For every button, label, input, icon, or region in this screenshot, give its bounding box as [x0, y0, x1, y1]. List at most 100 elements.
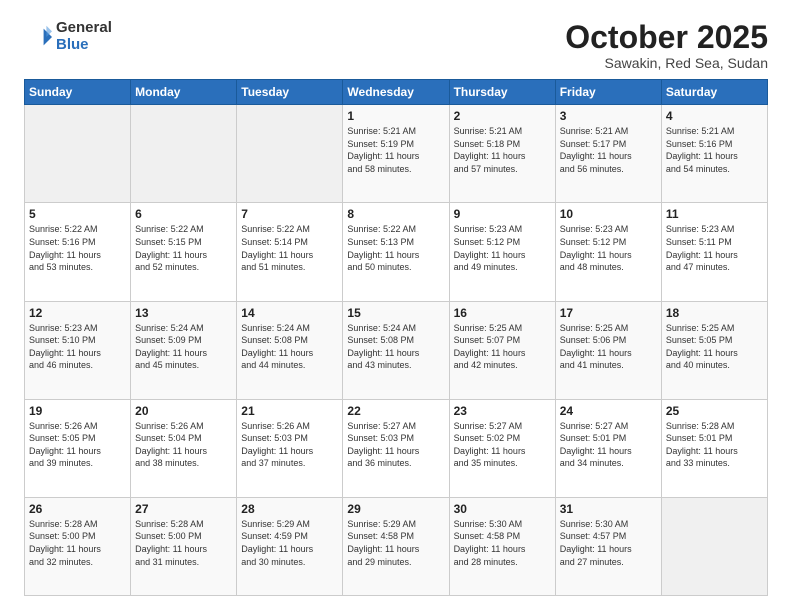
day-info: Sunrise: 5:29 AM Sunset: 4:58 PM Dayligh…	[347, 518, 444, 568]
day-info: Sunrise: 5:28 AM Sunset: 5:00 PM Dayligh…	[135, 518, 232, 568]
day-number: 5	[29, 207, 126, 221]
table-row: 2Sunrise: 5:21 AM Sunset: 5:18 PM Daylig…	[449, 105, 555, 203]
day-number: 20	[135, 404, 232, 418]
table-row: 18Sunrise: 5:25 AM Sunset: 5:05 PM Dayli…	[661, 301, 767, 399]
col-sunday: Sunday	[25, 80, 131, 105]
table-row: 3 Sunrise: 5:21 AM Sunset: 5:17 PM Daylig…	[555, 105, 661, 203]
day-info: Sunrise: 5:21 AM Sunset: 5:17 PM Dayligh…	[560, 125, 657, 175]
day-number: 28	[241, 502, 338, 516]
day-info: Sunrise: 5:26 AM Sunset: 5:03 PM Dayligh…	[241, 420, 338, 470]
table-row: 29 Sunrise: 5:29 AM Sunset: 4:58 PM Dayli…	[343, 497, 449, 595]
calendar-title: October 2025	[565, 20, 768, 55]
day-number: 11	[666, 207, 763, 221]
table-row: 9 Sunrise: 5:23 AM Sunset: 5:12 PM Daylig…	[449, 203, 555, 301]
table-row: 8Sunrise: 5:22 AM Sunset: 5:13 PM Daylig…	[343, 203, 449, 301]
table-row: 14 Sunrise: 5:24 AM Sunset: 5:08 PM Dayli…	[237, 301, 343, 399]
day-number: 2	[454, 109, 551, 123]
table-row: 15 Sunrise: 5:24 AM Sunset: 5:08 PM Dayli…	[343, 301, 449, 399]
day-info: Sunrise: 5:21 AM Sunset: 5:16 PM Dayligh…	[666, 125, 763, 175]
day-info: Sunrise: 5:21 AM Sunset: 5:19 PM Dayligh…	[347, 125, 444, 175]
calendar-body: 1 Sunrise: 5:21 AM Sunset: 5:19 PM Daylig…	[25, 105, 768, 596]
day-number: 19	[29, 404, 126, 418]
table-row: 6 Sunrise: 5:22 AM Sunset: 5:15 PM Daylig…	[131, 203, 237, 301]
day-number: 13	[135, 306, 232, 320]
day-info: Sunrise: 5:23 AM Sunset: 5:12 PM Dayligh…	[454, 223, 551, 273]
day-info: Sunrise: 5:24 AM Sunset: 5:08 PM Dayligh…	[241, 322, 338, 372]
day-info: Sunrise: 5:22 AM Sunset: 5:15 PM Dayligh…	[135, 223, 232, 273]
logo-general-text: General	[56, 20, 112, 37]
table-row: 4 Sunrise: 5:21 AM Sunset: 5:16 PM Daylig…	[661, 105, 767, 203]
day-info: Sunrise: 5:29 AM Sunset: 4:59 PM Dayligh…	[241, 518, 338, 568]
day-number: 22	[347, 404, 444, 418]
day-info: Sunrise: 5:26 AM Sunset: 5:05 PM Dayligh…	[29, 420, 126, 470]
day-info: Sunrise: 5:23 AM Sunset: 5:11 PM Dayligh…	[666, 223, 763, 273]
day-number: 25	[666, 404, 763, 418]
day-number: 23	[454, 404, 551, 418]
day-number: 10	[560, 207, 657, 221]
day-info: Sunrise: 5:28 AM Sunset: 5:01 PM Dayligh…	[666, 420, 763, 470]
col-tuesday: Tuesday	[237, 80, 343, 105]
week-row-1: 1 Sunrise: 5:21 AM Sunset: 5:19 PM Daylig…	[25, 105, 768, 203]
day-number: 6	[135, 207, 232, 221]
day-info: Sunrise: 5:22 AM Sunset: 5:16 PM Dayligh…	[29, 223, 126, 273]
table-row: 1 Sunrise: 5:21 AM Sunset: 5:19 PM Daylig…	[343, 105, 449, 203]
day-number: 14	[241, 306, 338, 320]
day-number: 26	[29, 502, 126, 516]
day-number: 8	[347, 207, 444, 221]
table-row: 26 Sunrise: 5:28 AM Sunset: 5:00 PM Dayli…	[25, 497, 131, 595]
table-row: 24 Sunrise: 5:27 AM Sunset: 5:01 PM Dayli…	[555, 399, 661, 497]
table-row: 5 Sunrise: 5:22 AM Sunset: 5:16 PM Daylig…	[25, 203, 131, 301]
table-row	[131, 105, 237, 203]
table-row: 16 Sunrise: 5:25 AM Sunset: 5:07 PM Dayli…	[449, 301, 555, 399]
logo-text: General Blue	[56, 20, 112, 53]
day-number: 27	[135, 502, 232, 516]
day-number: 3	[560, 109, 657, 123]
table-row: 23Sunrise: 5:27 AM Sunset: 5:02 PM Dayli…	[449, 399, 555, 497]
table-row: 17 Sunrise: 5:25 AM Sunset: 5:06 PM Dayli…	[555, 301, 661, 399]
day-number: 16	[454, 306, 551, 320]
day-info: Sunrise: 5:25 AM Sunset: 5:06 PM Dayligh…	[560, 322, 657, 372]
table-row: 25 Sunrise: 5:28 AM Sunset: 5:01 PM Dayli…	[661, 399, 767, 497]
day-number: 29	[347, 502, 444, 516]
table-row: 30Sunrise: 5:30 AM Sunset: 4:58 PM Dayli…	[449, 497, 555, 595]
day-number: 7	[241, 207, 338, 221]
table-row: 13Sunrise: 5:24 AM Sunset: 5:09 PM Dayli…	[131, 301, 237, 399]
table-row: 28 Sunrise: 5:29 AM Sunset: 4:59 PM Dayli…	[237, 497, 343, 595]
header-row: Sunday Monday Tuesday Wednesday Thursday…	[25, 80, 768, 105]
day-number: 31	[560, 502, 657, 516]
day-info: Sunrise: 5:27 AM Sunset: 5:03 PM Dayligh…	[347, 420, 444, 470]
day-number: 21	[241, 404, 338, 418]
day-number: 17	[560, 306, 657, 320]
day-info: Sunrise: 5:30 AM Sunset: 4:57 PM Dayligh…	[560, 518, 657, 568]
day-number: 15	[347, 306, 444, 320]
table-row: 10 Sunrise: 5:23 AM Sunset: 5:12 PM Dayli…	[555, 203, 661, 301]
day-info: Sunrise: 5:25 AM Sunset: 5:07 PM Dayligh…	[454, 322, 551, 372]
day-number: 1	[347, 109, 444, 123]
day-number: 12	[29, 306, 126, 320]
day-number: 30	[454, 502, 551, 516]
table-row	[237, 105, 343, 203]
week-row-2: 5 Sunrise: 5:22 AM Sunset: 5:16 PM Daylig…	[25, 203, 768, 301]
page: General Blue October 2025 Sawakin, Red S…	[0, 0, 792, 612]
day-info: Sunrise: 5:24 AM Sunset: 5:08 PM Dayligh…	[347, 322, 444, 372]
day-info: Sunrise: 5:23 AM Sunset: 5:12 PM Dayligh…	[560, 223, 657, 273]
day-number: 24	[560, 404, 657, 418]
logo-blue-text: Blue	[56, 37, 112, 54]
table-row	[661, 497, 767, 595]
table-row: 19 Sunrise: 5:26 AM Sunset: 5:05 PM Dayli…	[25, 399, 131, 497]
table-row: 31 Sunrise: 5:30 AM Sunset: 4:57 PM Dayli…	[555, 497, 661, 595]
day-number: 4	[666, 109, 763, 123]
day-number: 9	[454, 207, 551, 221]
day-number: 18	[666, 306, 763, 320]
title-block: October 2025 Sawakin, Red Sea, Sudan	[565, 20, 768, 71]
day-info: Sunrise: 5:26 AM Sunset: 5:04 PM Dayligh…	[135, 420, 232, 470]
week-row-3: 12Sunrise: 5:23 AM Sunset: 5:10 PM Dayli…	[25, 301, 768, 399]
logo: General Blue	[24, 20, 112, 53]
table-row: 21 Sunrise: 5:26 AM Sunset: 5:03 PM Dayli…	[237, 399, 343, 497]
day-info: Sunrise: 5:28 AM Sunset: 5:00 PM Dayligh…	[29, 518, 126, 568]
table-row: 22 Sunrise: 5:27 AM Sunset: 5:03 PM Dayli…	[343, 399, 449, 497]
table-row	[25, 105, 131, 203]
day-info: Sunrise: 5:27 AM Sunset: 5:01 PM Dayligh…	[560, 420, 657, 470]
calendar-subtitle: Sawakin, Red Sea, Sudan	[565, 55, 768, 71]
table-row: 12Sunrise: 5:23 AM Sunset: 5:10 PM Dayli…	[25, 301, 131, 399]
